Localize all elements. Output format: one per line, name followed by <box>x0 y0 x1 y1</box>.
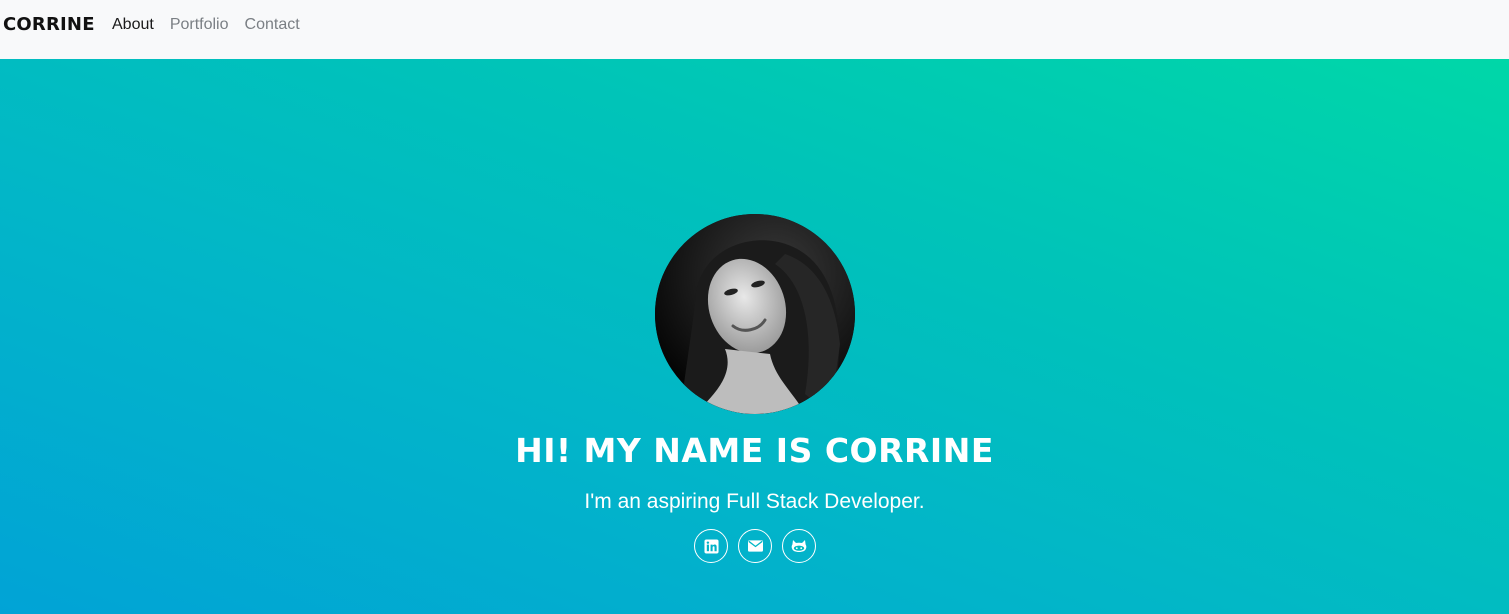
github-button[interactable] <box>782 529 816 563</box>
hero-section: HI! MY NAME IS CORRINE I'm an aspiring F… <box>0 59 1509 614</box>
hero-subtitle: I'm an aspiring Full Stack Developer. <box>584 490 925 513</box>
top-navbar: CORRINE About Portfolio Contact <box>0 0 1509 59</box>
social-links <box>694 529 816 563</box>
email-button[interactable] <box>738 529 772 563</box>
hero-title: HI! MY NAME IS CORRINE <box>515 431 994 470</box>
avatar <box>655 214 855 414</box>
profile-photo <box>655 214 855 414</box>
linkedin-icon <box>703 538 719 554</box>
nav-link-about[interactable]: About <box>112 16 154 34</box>
nav-link-portfolio[interactable]: Portfolio <box>170 16 229 34</box>
nav-links: About Portfolio Contact <box>112 16 300 34</box>
github-icon <box>791 540 807 552</box>
envelope-icon <box>747 540 763 552</box>
linkedin-button[interactable] <box>694 529 728 563</box>
brand-logo[interactable]: CORRINE <box>3 14 95 35</box>
nav-link-contact[interactable]: Contact <box>245 16 300 34</box>
